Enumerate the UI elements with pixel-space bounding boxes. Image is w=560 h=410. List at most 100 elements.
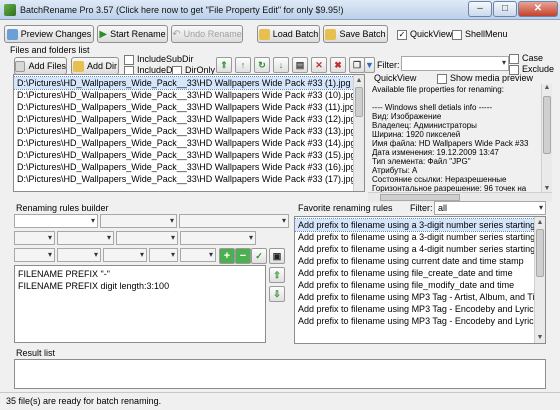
refresh-icon: ↻ (258, 59, 266, 70)
files-section-label: Files and folders list (10, 45, 90, 55)
file-list-item[interactable]: D:\Pictures\HD_Wallpapers_Wide_Pack__33\… (14, 149, 364, 161)
file-list-item[interactable]: D:\Pictures\HD_Wallpapers_Wide_Pack__33\… (14, 76, 364, 90)
quickview-scrollbar[interactable]: ▲ ▼ (541, 84, 552, 192)
shellmenu-check[interactable] (452, 29, 462, 40)
quickview-checkbox[interactable]: ✓ QuickView (397, 29, 452, 40)
filter-funnel-button[interactable]: ▼ (364, 57, 375, 73)
file-list-item[interactable]: D:\Pictures\HD_Wallpapers_Wide_Pack__33\… (14, 137, 364, 149)
file-list-item[interactable]: D:\Pictures\HD_Wallpapers_Wide_Pack__33\… (14, 89, 364, 101)
favorite-rule-item[interactable]: Add prefix to filename using MP3 Tag - E… (295, 315, 545, 327)
show-media-checkbox[interactable]: Show media preview (437, 73, 533, 84)
rule-param-5[interactable] (14, 248, 55, 262)
show-media-check[interactable] (437, 73, 447, 84)
favorite-rule-item[interactable]: Add prefix to filename using MP3 Tag - E… (295, 303, 545, 315)
rule-type-select[interactable] (14, 214, 98, 228)
favorites-filter-select[interactable]: all (434, 201, 546, 215)
file-list-item[interactable]: D:\Pictures\HD_Wallpapers_Wide_Pack__33\… (14, 173, 364, 185)
rules-list[interactable]: FILENAME PREFIX "-" FILENAME PREFIX digit… (14, 265, 266, 343)
file-list-scrollbar[interactable]: ▲ (353, 75, 364, 191)
result-list[interactable] (14, 359, 546, 389)
rule-param-7[interactable] (103, 248, 147, 262)
fav-scroll-thumb[interactable] (536, 229, 544, 277)
favorites-filter-label: Filter: (410, 203, 433, 213)
preview-changes-button[interactable]: Preview Changes (4, 25, 94, 43)
file-list-item[interactable]: D:\Pictures\HD_Wallpapers_Wide_Pack__33\… (14, 161, 364, 173)
rule-param-1[interactable] (14, 231, 55, 245)
file-list-item[interactable]: D:\Pictures\HD_Wallpapers_Wide_Pack__33\… (14, 101, 364, 113)
rule-list-item[interactable]: FILENAME PREFIX digit length:3:100 (15, 280, 265, 292)
favorite-rule-item[interactable]: Add prefix to filename using file_modify… (295, 279, 545, 291)
preview-changes-label: Preview Changes (20, 29, 92, 39)
rule-move-down-button[interactable]: ⇩ (269, 286, 285, 302)
include-subdir-check[interactable] (124, 54, 134, 65)
rule-param-9[interactable] (180, 248, 216, 262)
remove-button[interactable]: ✕ (311, 57, 327, 73)
qv-scroll-down-icon[interactable]: ▼ (542, 185, 552, 192)
add-files-button[interactable]: Add Files (14, 57, 67, 75)
remove-rule-button[interactable]: − (235, 248, 251, 264)
favorite-rule-item[interactable]: Add prefix to filename using file_create… (295, 267, 545, 279)
save-rule-button[interactable]: ▣ (269, 248, 285, 264)
clear-button[interactable]: ✖ (330, 57, 346, 73)
move-up-icon: ↑ (240, 60, 246, 70)
folder-open-icon (258, 28, 270, 40)
add-dir-button[interactable]: Add Dir (71, 57, 119, 75)
shellmenu-checkbox[interactable]: ShellMenu (452, 29, 508, 40)
copy-button[interactable]: ❐ (349, 57, 365, 73)
add-folder-icon (72, 60, 84, 72)
rule-move-up-button[interactable]: ⇧ (269, 267, 285, 283)
add-files-label: Add Files (28, 61, 66, 71)
scroll-thumb[interactable] (355, 87, 363, 117)
case-check[interactable] (509, 53, 519, 64)
file-list-item[interactable]: D:\Pictures\HD_Wallpapers_Wide_Pack__33\… (14, 113, 364, 125)
load-batch-label: Load Batch (272, 29, 319, 39)
apply-rule-button[interactable]: ✓ (251, 248, 267, 264)
rule-down-icon: ⇩ (273, 288, 281, 299)
move-top-button[interactable]: ⇑ (216, 57, 232, 73)
title-bar: BatchRename Pro 3.57 (Click here now to … (0, 0, 560, 20)
rule-option-select-1[interactable] (100, 214, 177, 228)
qv-hscroll-thumb[interactable] (380, 194, 460, 201)
favorites-scrollbar[interactable]: ▲ ▼ (534, 217, 545, 343)
close-button[interactable]: ✕ (518, 1, 558, 17)
window-title[interactable]: BatchRename Pro 3.57 (Click here now to … (20, 5, 344, 15)
rule-param-3[interactable] (116, 231, 178, 245)
fav-scroll-down-icon[interactable]: ▼ (535, 332, 545, 343)
rule-option-select-2[interactable] (179, 214, 289, 228)
minimize-button[interactable]: – (468, 1, 492, 17)
floppy-icon: ▣ (272, 250, 282, 261)
start-rename-button[interactable]: ▶ Start Rename (97, 25, 168, 43)
qv-scroll-up-icon[interactable]: ▲ (542, 84, 552, 91)
load-batch-button[interactable]: Load Batch (257, 25, 320, 43)
fav-scroll-up-icon[interactable]: ▲ (535, 217, 545, 228)
rule-param-8[interactable] (149, 248, 178, 262)
rule-param-4[interactable] (180, 231, 256, 245)
move-up-button[interactable]: ↑ (235, 57, 251, 73)
maximize-button[interactable]: □ (493, 1, 517, 17)
scroll-up-icon[interactable]: ▲ (354, 75, 364, 86)
undo-rename-button[interactable]: ↶ Undo Rename (171, 25, 243, 43)
favorites-list[interactable]: Add prefix to filename using a 3-digit n… (294, 216, 546, 344)
favorite-rule-item[interactable]: Add prefix to filename using MP3 Tag - A… (295, 291, 545, 303)
rule-list-item[interactable]: FILENAME PREFIX "-" (15, 268, 265, 280)
file-list[interactable]: D:\Pictures\HD_Wallpapers_Wide_Pack__33\… (13, 74, 365, 192)
properties-button[interactable]: ▤ (292, 57, 308, 73)
case-checkbox[interactable]: Case (509, 53, 543, 64)
move-down-button[interactable]: ↓ (273, 57, 289, 73)
rule-param-2[interactable] (57, 231, 114, 245)
file-list-item[interactable]: D:\Pictures\HD_Wallpapers_Wide_Pack__33\… (14, 125, 364, 137)
add-rule-button[interactable]: + (219, 248, 235, 264)
quickview-check[interactable]: ✓ (397, 29, 407, 40)
favorite-rule-item[interactable]: Add prefix to filename using current dat… (295, 255, 545, 267)
favorite-rule-item[interactable]: Add prefix to filename using a 4-digit n… (295, 243, 545, 255)
minus-icon: − (239, 250, 247, 262)
refresh-button[interactable]: ↻ (254, 57, 270, 73)
rule-param-6[interactable] (57, 248, 101, 262)
filter-input[interactable] (401, 56, 509, 71)
qv-scroll-thumb[interactable] (543, 96, 551, 154)
favorite-rule-item[interactable]: Add prefix to filename using a 3-digit n… (295, 218, 545, 232)
favorite-rule-item[interactable]: Add prefix to filename using a 3-digit n… (295, 231, 545, 243)
include-subdir-checkbox[interactable]: IncludeSubDir (124, 54, 194, 65)
save-batch-button[interactable]: Save Batch (323, 25, 388, 43)
favorites-section-label: Favorite renaming rules (298, 203, 393, 213)
